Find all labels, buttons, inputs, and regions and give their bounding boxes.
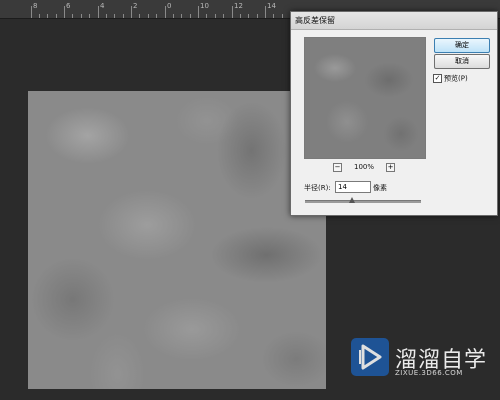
ruler-tick [72,14,73,18]
play-logo-icon [359,344,382,370]
ruler-tick [248,14,249,18]
ruler-tick [206,14,207,18]
high-pass-dialog: 高反差保留 确定 取消 ✓ 预览(P) − 100% + 半径(R): 14 像素 [290,11,498,216]
ruler-tick [56,14,57,18]
ruler-label: 14 [267,2,276,10]
ruler-tick [282,14,283,18]
ruler-tick [31,6,32,18]
ruler-tick [64,6,65,18]
ruler-tick [273,14,274,18]
ruler-label: 8 [33,2,38,10]
ruler-tick [123,14,124,18]
radius-slider-track[interactable] [305,200,421,203]
ruler-tick [114,14,115,18]
dialog-title[interactable]: 高反差保留 [291,12,497,30]
ruler-tick [89,14,90,18]
ruler-tick [148,14,149,18]
ruler-tick [139,14,140,18]
ruler-tick [47,14,48,18]
ruler-tick [240,14,241,18]
ruler-tick [232,6,233,18]
ruler-label: 4 [100,2,105,10]
preview-checkbox-row[interactable]: ✓ 预览(P) [433,74,468,84]
filter-preview[interactable] [304,37,426,159]
ruler-tick [106,14,107,18]
ruler-tick [81,14,82,18]
preview-checkbox-label: 预览(P) [444,74,468,83]
ruler-tick [257,14,258,18]
cancel-button[interactable]: 取消 [434,54,490,69]
document-canvas[interactable] [28,91,326,389]
radius-input[interactable]: 14 [335,181,371,193]
ruler-tick [165,6,166,18]
ruler-tick [265,6,266,18]
preview-checkbox[interactable]: ✓ [433,74,442,83]
ruler-tick [156,14,157,18]
ruler-label: 12 [234,2,243,10]
ruler-label: 2 [133,2,138,10]
radius-slider-thumb[interactable] [349,197,355,203]
ruler-tick [215,14,216,18]
ruler-tick [190,14,191,18]
watermark-logo [351,338,389,376]
ruler-tick [98,6,99,18]
ruler-tick [131,6,132,18]
ruler-tick [181,14,182,18]
ok-button[interactable]: 确定 [434,38,490,53]
ruler-label: 0 [167,2,172,10]
zoom-out-button[interactable]: − [333,163,342,172]
ruler-tick [223,14,224,18]
zoom-in-button[interactable]: + [386,163,395,172]
ruler-tick [198,6,199,18]
ruler-tick [173,14,174,18]
radius-label: 半径(R): [304,184,331,192]
ruler-tick [39,14,40,18]
watermark-url: ZIXUE.3D66.COM [395,369,463,377]
zoom-level: 100% [354,163,375,171]
ruler-label: 10 [200,2,209,10]
radius-unit: 像素 [373,184,387,192]
ruler-label: 6 [66,2,71,10]
